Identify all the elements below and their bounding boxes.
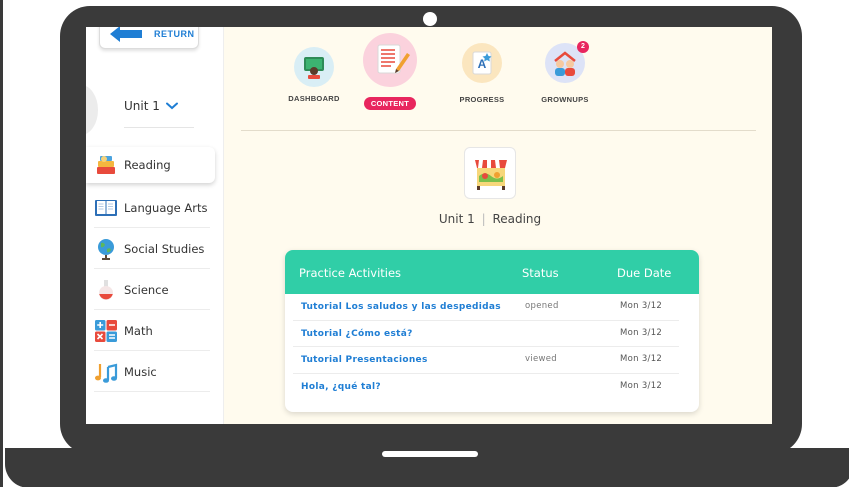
table-row: Hola, ¿qué tal? Mon 3/12: [293, 374, 679, 401]
activity-status: viewed: [525, 354, 557, 364]
nav-progress[interactable]: A PROGRESS: [456, 43, 508, 104]
nav-dashboard[interactable]: DASHBOARD: [286, 47, 342, 103]
chevron-down-icon: [165, 102, 178, 110]
table-row: Tutorial Los saludos y las despedidas op…: [293, 294, 679, 321]
sidebar-item-reading[interactable]: Reading: [86, 147, 215, 183]
reading-market-icon: [464, 147, 516, 199]
notification-badge: 2: [577, 41, 589, 53]
header-status: Status: [522, 266, 559, 280]
activities-table: Practice Activities Status Due Date Tuto…: [285, 250, 699, 412]
sidebar-item-science[interactable]: Science: [86, 269, 224, 310]
camera-dot: [423, 12, 437, 26]
progress-icon: A: [462, 43, 502, 83]
book-stack-icon: [97, 156, 115, 174]
table-row: Tutorial Presentaciones viewed Mon 3/12: [293, 347, 679, 374]
unit-selector-label: Unit 1: [124, 99, 160, 113]
activity-due-date: Mon 3/12: [620, 354, 663, 364]
page-title: Unit 1 | Reading: [386, 212, 594, 226]
flask-icon: [99, 279, 113, 300]
open-book-icon: [95, 199, 117, 216]
globe-icon: [98, 238, 114, 260]
grownups-icon: 2: [545, 41, 589, 83]
header-due-date: Due Date: [617, 266, 672, 280]
content-icon: [363, 33, 417, 87]
sidebar-item-music[interactable]: Music: [86, 351, 224, 392]
nav-content[interactable]: CONTENT: [362, 33, 418, 110]
activity-link[interactable]: Tutorial Los saludos y las despedidas: [301, 302, 501, 312]
sidebar: RETURN Unit 1 Reading Language Arts Soci…: [86, 27, 224, 424]
return-label: RETURN: [154, 29, 195, 39]
activity-status: opened: [525, 301, 559, 311]
back-arrow-icon: [110, 27, 142, 42]
activity-due-date: Mon 3/12: [620, 301, 663, 311]
sidebar-item-label: Music: [124, 364, 157, 379]
app-screen: RETURN Unit 1 Reading Language Arts Soci…: [86, 27, 772, 424]
activity-due-date: Mon 3/12: [620, 327, 663, 338]
nav-grownups-label: GROWNUPS: [541, 95, 589, 104]
nav-content-label: CONTENT: [363, 97, 417, 110]
table-header: Practice Activities Status Due Date: [285, 250, 699, 294]
table-row: Tutorial ¿Cómo está? Mon 3/12: [293, 321, 679, 347]
unit-selector-underline: [124, 127, 194, 128]
avatar: [86, 85, 98, 135]
sidebar-item-label: Math: [124, 323, 153, 338]
subject-label: Reading: [492, 212, 542, 226]
activity-due-date: Mon 3/12: [620, 380, 663, 391]
sidebar-item-social-studies[interactable]: Social Studies: [86, 228, 224, 269]
header-divider: [241, 130, 756, 131]
nav-progress-label: PROGRESS: [459, 95, 505, 104]
sidebar-item-label: Social Studies: [124, 241, 205, 256]
unit-selector[interactable]: Unit 1: [124, 99, 178, 113]
activity-link[interactable]: Tutorial ¿Cómo está?: [301, 329, 413, 339]
activity-link[interactable]: Tutorial Presentaciones: [301, 355, 428, 365]
dashboard-icon: [294, 47, 334, 87]
math-symbols-icon: [95, 319, 117, 342]
nav-dashboard-label: DASHBOARD: [288, 94, 340, 103]
sidebar-item-label: Language Arts: [124, 200, 208, 215]
header-practice-activities: Practice Activities: [299, 266, 402, 280]
unit-label: Unit 1: [438, 212, 475, 226]
activity-link[interactable]: Hola, ¿qué tal?: [301, 382, 381, 392]
sidebar-item-label: Reading: [124, 158, 171, 172]
nav-grownups[interactable]: 2 GROWNUPS: [536, 41, 594, 104]
subject-list: Reading Language Arts Social Studies Sci…: [86, 147, 224, 392]
return-button[interactable]: RETURN: [99, 27, 199, 49]
sidebar-item-math[interactable]: Math: [86, 310, 224, 351]
sidebar-item-label: Science: [124, 282, 169, 297]
music-notes-icon: [95, 363, 118, 383]
table-body: Tutorial Los saludos y las despedidas op…: [285, 294, 699, 400]
sidebar-item-language-arts[interactable]: Language Arts: [86, 187, 224, 228]
laptop-notch: [382, 451, 478, 457]
title-separator: |: [481, 212, 486, 226]
frame-edge: [0, 0, 3, 487]
